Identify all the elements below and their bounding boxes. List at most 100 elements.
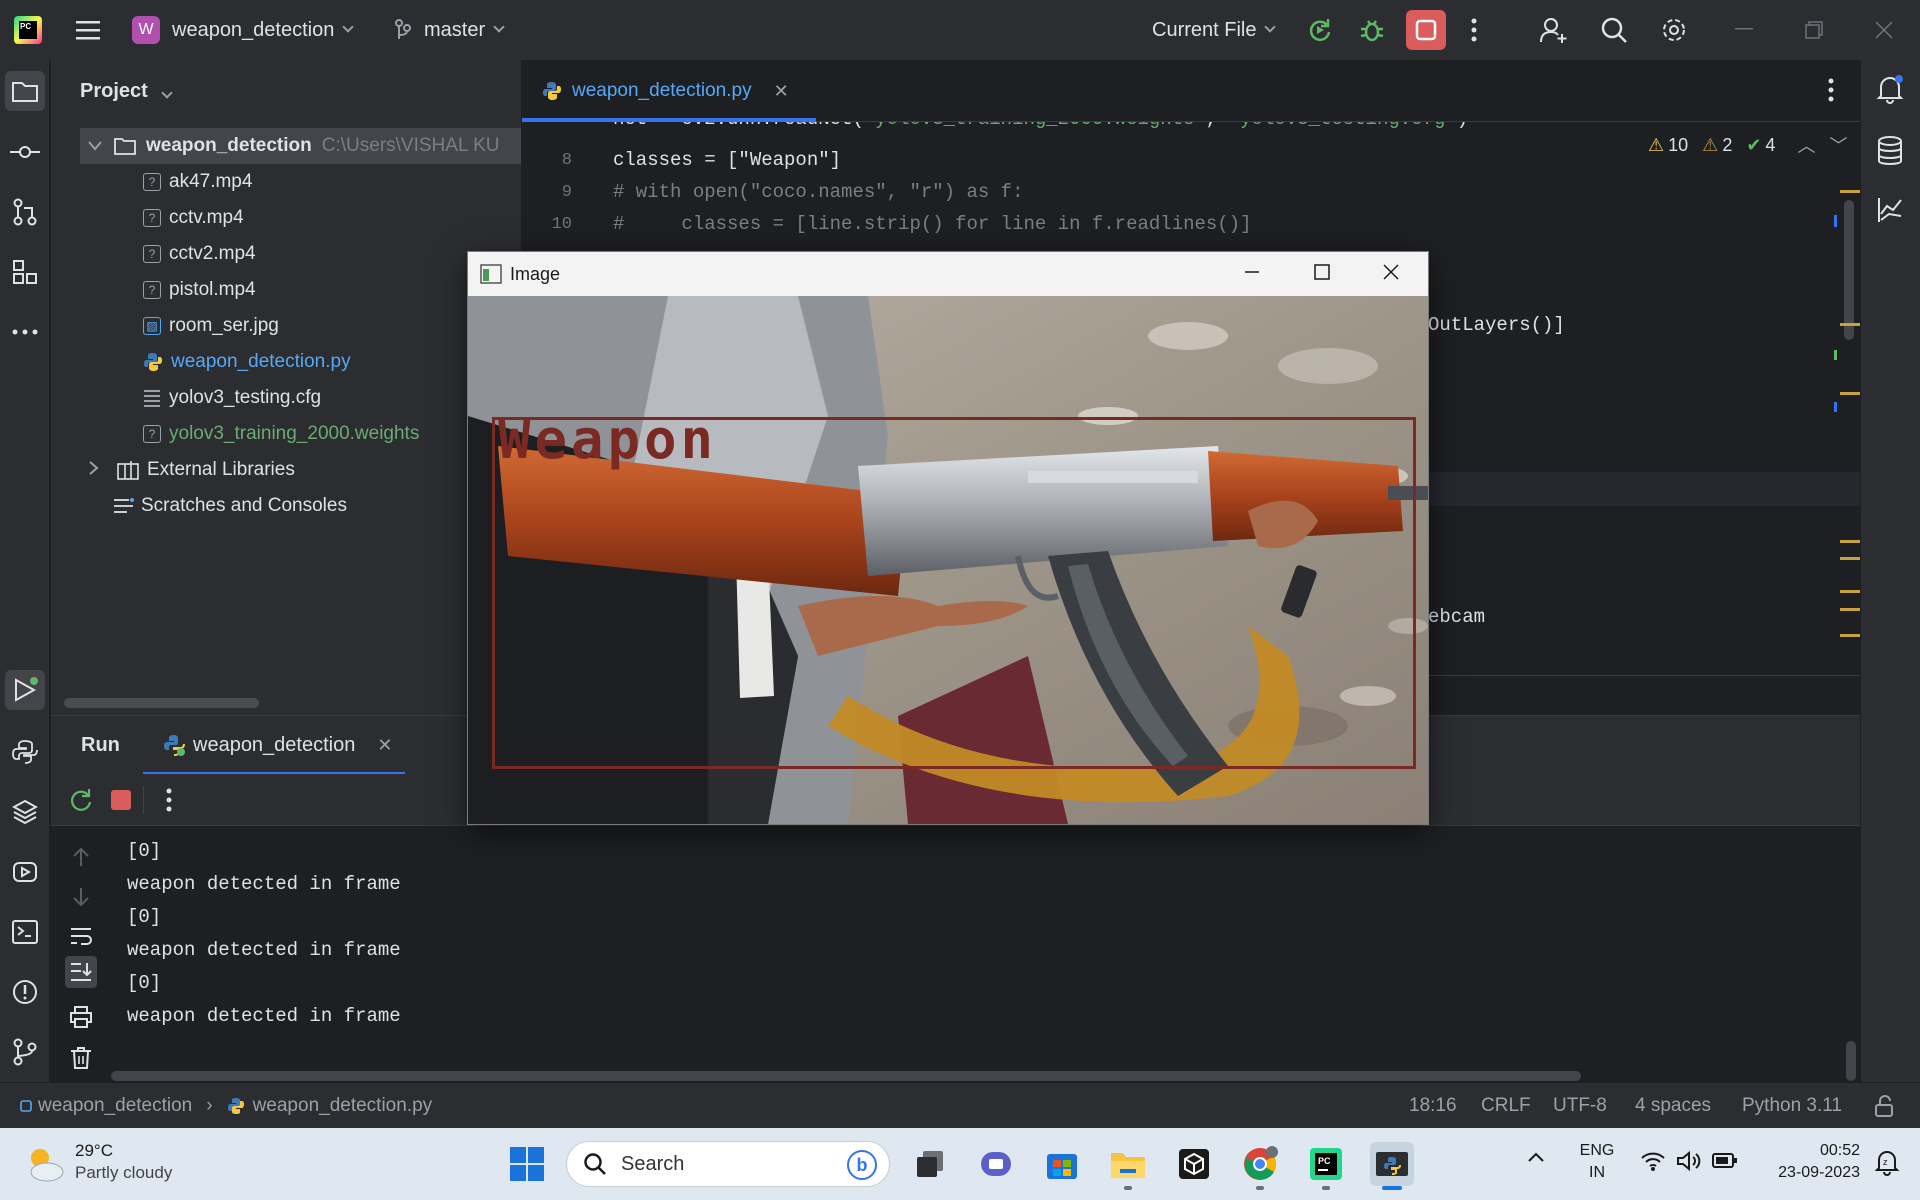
run-tab-title[interactable]: Run — [81, 716, 120, 774]
commit-icon[interactable] — [9, 136, 41, 168]
gutter-warning-mark[interactable] — [1840, 190, 1860, 193]
structure-icon[interactable] — [9, 256, 41, 288]
notifications-bell-icon[interactable] — [1875, 74, 1905, 109]
scroll-down-arrow-icon[interactable] — [71, 886, 91, 913]
more-options-icon[interactable] — [166, 788, 172, 817]
rerun-icon[interactable] — [69, 788, 93, 817]
tree-file-weapon-detection-py[interactable]: weapon_detection.py — [143, 344, 351, 380]
weather-widget[interactable]: 29°C Partly cloudy — [75, 1140, 172, 1184]
tree-file-cctv2[interactable]: ? cctv2.mp4 — [143, 236, 256, 272]
opencv-image-window[interactable]: Image Weapon — [467, 251, 1429, 825]
tree-file-cctv[interactable]: ? cctv.mp4 — [143, 200, 244, 236]
bing-chat-icon[interactable]: b — [847, 1150, 877, 1180]
chevron-up-icon[interactable]: ︿ — [1797, 132, 1815, 158]
problems-icon[interactable] — [9, 976, 41, 1008]
sciview-icon[interactable] — [1877, 196, 1903, 229]
stop-button[interactable] — [1406, 10, 1446, 50]
tree-root-weapon-detection[interactable]: weapon_detection C:\Users\VISHAL KU — [80, 128, 521, 164]
tree-file-ak47[interactable]: ? ak47.mp4 — [143, 164, 252, 200]
code-partial-line[interactable]: ebcam — [1428, 601, 1485, 633]
python-packages-icon[interactable] — [9, 796, 41, 828]
git-icon[interactable] — [9, 1036, 41, 1068]
indent-setting[interactable]: 4 spaces — [1635, 1083, 1711, 1129]
chevron-down-icon[interactable] — [88, 135, 108, 157]
language-indicator[interactable]: ENG IN — [1575, 1140, 1619, 1184]
caret-position[interactable]: 18:16 — [1409, 1083, 1457, 1129]
close-tab-icon[interactable]: ✕ — [377, 735, 392, 756]
volume-icon[interactable] — [1676, 1150, 1702, 1177]
windows-start-icon[interactable] — [505, 1142, 549, 1186]
clock[interactable]: 00:52 23-09-2023 — [1760, 1140, 1860, 1184]
search-icon[interactable] — [1598, 14, 1630, 46]
weather-partly-cloudy-icon[interactable] — [22, 1142, 66, 1191]
gutter-change-mark[interactable] — [1834, 215, 1837, 227]
gutter-change-mark[interactable] — [1834, 350, 1837, 360]
lock-icon[interactable] — [1874, 1083, 1894, 1129]
main-menu-icon[interactable] — [72, 14, 104, 46]
console-vertical-scrollbar[interactable] — [1846, 1041, 1856, 1081]
breadcrumb-project[interactable]: weapon_detection — [38, 1095, 192, 1117]
scroll-to-end-icon[interactable] — [65, 956, 97, 988]
scroll-up-arrow-icon[interactable] — [71, 846, 91, 873]
console-horizontal-scrollbar[interactable] — [111, 1071, 1581, 1081]
task-view-icon[interactable] — [908, 1142, 952, 1186]
file-encoding[interactable]: UTF-8 — [1553, 1083, 1607, 1129]
run-config-selector[interactable]: Current File — [1152, 0, 1277, 60]
rerun-icon[interactable] — [1304, 14, 1336, 46]
minimize-window-icon[interactable] — [1243, 263, 1261, 286]
tree-file-room-ser[interactable]: ▨ room_ser.jpg — [143, 308, 279, 344]
add-user-icon[interactable] — [1538, 14, 1570, 46]
chevron-up-icon[interactable] — [1527, 1150, 1545, 1168]
minimize-window-icon[interactable] — [1728, 14, 1760, 46]
image-window-titlebar[interactable]: Image — [468, 252, 1428, 296]
code-line-8[interactable]: 8 classes = ["Weapon"] — [522, 144, 1422, 176]
restore-window-icon[interactable] — [1798, 14, 1830, 46]
soft-wrap-icon[interactable] — [69, 926, 93, 951]
unity-icon[interactable] — [1172, 1142, 1216, 1186]
line-separator[interactable]: CRLF — [1481, 1083, 1531, 1129]
python-window-taskbar-icon[interactable] — [1370, 1142, 1414, 1190]
file-explorer-icon[interactable] — [1106, 1142, 1150, 1190]
gutter-change-mark[interactable] — [1834, 402, 1837, 412]
python-interpreter[interactable]: Python 3.11 — [1742, 1083, 1842, 1129]
horizontal-scrollbar[interactable] — [64, 698, 259, 708]
more-tools-icon[interactable] — [9, 316, 41, 348]
code-partial-line[interactable]: OutLayers()] — [1428, 309, 1565, 341]
tree-file-pistol[interactable]: ? pistol.mp4 — [143, 272, 256, 308]
gutter-warning-mark[interactable] — [1840, 557, 1860, 560]
pycharm-taskbar-icon[interactable]: PC — [1304, 1142, 1348, 1190]
gutter-warning-mark[interactable] — [1840, 634, 1860, 637]
debug-icon[interactable] — [1356, 14, 1388, 46]
run-config-tab[interactable]: weapon_detection ✕ — [163, 716, 392, 774]
more-actions-icon[interactable] — [1458, 14, 1490, 46]
wifi-icon[interactable] — [1640, 1150, 1666, 1177]
gutter-warning-mark[interactable] — [1840, 590, 1860, 593]
tree-scratches-consoles[interactable]: Scratches and Consoles — [113, 488, 347, 524]
python-console-icon[interactable] — [9, 736, 41, 768]
gutter-warning-mark[interactable] — [1840, 323, 1860, 326]
close-tab-icon[interactable]: ✕ — [774, 81, 789, 102]
pull-requests-icon[interactable] — [9, 196, 41, 228]
branch-selector[interactable]: master — [394, 0, 505, 60]
trash-icon[interactable] — [70, 1046, 92, 1075]
settings-gear-icon[interactable] — [1658, 14, 1690, 46]
tab-weapon-detection-py[interactable]: weapon_detection.py ✕ — [542, 60, 789, 122]
tree-file-yolov3-weights[interactable]: ? yolov3_training_2000.weights — [143, 416, 419, 452]
stop-icon[interactable] — [111, 790, 131, 810]
terminal-icon[interactable] — [9, 916, 41, 948]
tree-external-libraries[interactable]: External Libraries — [83, 452, 295, 488]
project-selector[interactable]: W weapon_detection — [132, 0, 355, 60]
notification-center-icon[interactable]: z — [1874, 1148, 1900, 1181]
taskbar-search-box[interactable]: Search b — [566, 1141, 890, 1187]
chevron-right-icon[interactable] — [89, 459, 109, 481]
run-tool-icon[interactable] — [5, 670, 45, 710]
teams-chat-icon[interactable] — [974, 1142, 1018, 1186]
chevron-down-icon[interactable]: ﹀ — [1829, 132, 1847, 158]
editor-vertical-scrollbar[interactable] — [1844, 200, 1854, 340]
gutter-warning-mark[interactable] — [1840, 608, 1860, 611]
editor-more-icon[interactable] — [1828, 78, 1834, 107]
microsoft-store-icon[interactable] — [1040, 1142, 1084, 1186]
battery-icon[interactable] — [1712, 1152, 1738, 1175]
pycharm-logo-icon[interactable]: PC — [14, 16, 42, 44]
close-window-icon[interactable] — [1382, 263, 1400, 286]
